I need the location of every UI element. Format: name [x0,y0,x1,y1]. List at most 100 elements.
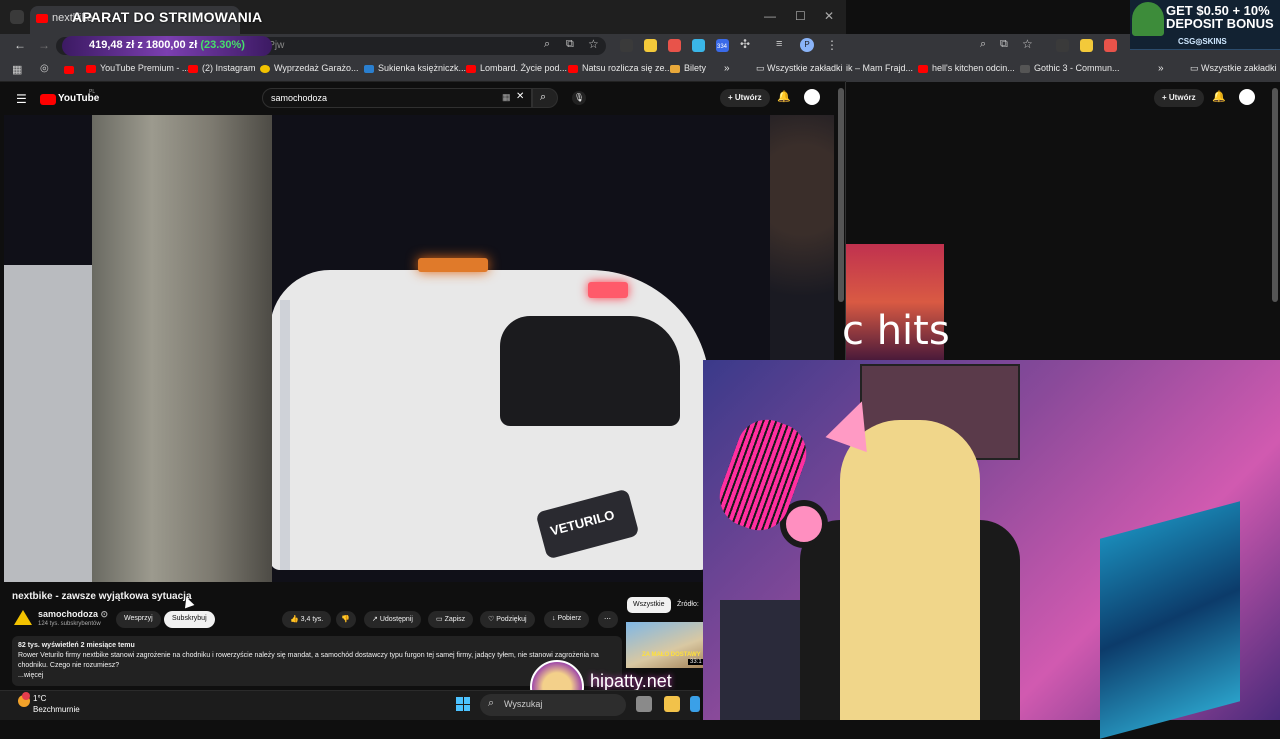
apps-grid-icon[interactable]: ▦ [12,63,22,76]
forward-icon[interactable]: → [38,38,50,52]
description-meta: 82 tys. wyświetleń 2 miesiące temu [18,642,135,649]
youtube-bookmark-icon[interactable] [64,66,74,74]
channel-avatar-icon[interactable] [14,610,32,625]
taskbar-search[interactable]: ⌕ Wyszukaj [480,694,626,716]
more-bookmarks-icon[interactable]: » [724,63,730,74]
bookmark-natsu[interactable]: Natsu rozlicza się ze... [568,63,672,73]
filter-tab-source[interactable]: Źródło: [677,597,699,612]
bookmark-star-icon[interactable]: ☆ [588,37,599,51]
bookmark-bilety[interactable]: Bilety [670,63,706,73]
extension-icon[interactable] [644,39,657,52]
taskbar-search-placeholder: Wyszukaj [504,699,543,709]
bookmark-star-icon[interactable]: ☆ [1022,37,1033,51]
task-view-icon[interactable] [636,696,652,712]
hamburger-menu-icon[interactable]: ☰ [16,92,27,106]
donation-percent: (23.30%) [200,39,245,51]
github-icon[interactable]: ◎ [40,63,49,74]
close-icon[interactable]: ✕ [824,9,834,23]
install-icon[interactable]: ⧉ [1000,38,1008,51]
verified-check-icon: ⊙ [100,609,109,619]
thanks-button[interactable]: ♡ Podziękuj [480,611,535,628]
notification-badge [22,692,30,700]
bookmark-lombard[interactable]: Lombard. Życie pod... [466,63,567,73]
video-scene-person [770,115,834,365]
keyboard-icon[interactable]: ▦ [502,92,511,103]
video-scene-light [418,258,488,272]
download-button[interactable]: ↓ Pobierz [544,611,590,628]
extension-icon[interactable] [692,39,705,52]
bookmark-instagram[interactable]: (2) Instagram [188,63,256,73]
like-button[interactable]: 👍 3,4 tys. [282,611,332,628]
thumbs-down-icon: 👎 [341,616,350,623]
stream-overlay-title: APARAT DO STRIMOWANIA [72,9,263,25]
zoom-icon[interactable]: ⌕ [544,38,550,51]
channel-name[interactable]: samochodoza ⊙ [38,609,108,620]
minimize-icon[interactable]: — [764,9,776,23]
more-bookmarks-icon[interactable]: » [1158,63,1164,74]
share-button[interactable]: ↗ Udostępnij [364,611,421,628]
extension-icon[interactable] [1104,39,1117,52]
back-icon[interactable]: ← [14,38,26,52]
maximize-icon[interactable]: ☐ [795,9,806,23]
weather-temperature[interactable]: 1°C [33,694,46,703]
extension-icon[interactable] [668,39,681,52]
extension-icon[interactable] [1056,39,1069,52]
page-scrollbar[interactable] [838,88,844,302]
account-avatar-icon[interactable] [1239,89,1255,105]
support-button[interactable]: Wesprzyj [116,611,161,628]
subscribe-button[interactable]: Subskrybuj [164,611,215,628]
extension-icon[interactable] [1080,39,1093,52]
search-input[interactable]: samochodoza [262,88,532,108]
menu-kebab-icon[interactable]: ⋮ [826,38,838,52]
weather-description[interactable]: Bezchmurnie [33,705,80,714]
video-scene-van-edge [280,300,290,570]
donation-amount: 419,48 zł [89,39,135,51]
bookmark-hells-kitchen[interactable]: hell's kitchen odcin... [918,63,1015,73]
all-bookmarks-folder[interactable]: ▭ Wszystkie zakładki [1190,63,1277,74]
extension-badge-icon[interactable]: 334 [716,39,729,52]
page-scrollbar[interactable] [1272,88,1278,302]
zoom-icon[interactable]: ⌕ [980,38,986,51]
video-scene-light [588,282,628,298]
more-actions-icon[interactable]: ⋯ [598,611,618,628]
donation-goal-bar: 419,48 zł z 1800,00 zł (23.30%) [62,36,272,56]
create-button[interactable]: + Utwórz [720,89,770,107]
bookmark-wyprzedaz[interactable]: Wyprzedaż Garażo... [260,63,358,73]
youtube-logo-icon[interactable] [40,94,56,105]
streamer-watermark: hipatty.net [590,671,672,691]
ad-character-icon [1132,2,1164,36]
save-button[interactable]: ▭ Zapisz [428,611,474,628]
tab-search-button[interactable] [10,10,24,24]
reading-list-icon[interactable]: ≡ [776,38,782,50]
account-avatar-icon[interactable] [804,89,820,105]
microphone-icon[interactable]: 🎙 [572,91,586,105]
bookmark-youtube-premium[interactable]: YouTube Premium - ... [86,63,189,73]
puzzle-icon[interactable]: ✣ [740,37,750,51]
create-button[interactable]: + Utwórz [1154,89,1204,107]
clear-search-icon[interactable]: ✕ [516,91,524,102]
ad-title: GET $0.50 + 10% DEPOSIT BONUS [1166,3,1274,31]
description-text: Rower Veturilo firmy nextbike stanowi za… [18,652,599,669]
windows-start-icon[interactable] [456,697,470,711]
youtube-favicon-icon [36,14,48,23]
profile-avatar-icon[interactable]: P [800,38,814,52]
search-icon: ⌕ [540,91,547,103]
description-more-link[interactable]: ...więcej [18,671,616,681]
bookmark-gothic[interactable]: Gothic 3 - Commun... [1020,63,1120,73]
extension-icon[interactable] [620,39,633,52]
video-title: nextbike - zawsze wyjątkowa sytuacja [12,591,192,602]
thumbnail-caption: ZA MAŁO DOSTAWY [642,652,701,658]
all-bookmarks-folder[interactable]: ▭ Wszystkie zakładki [756,63,843,74]
notifications-bell-icon[interactable]: 🔔 [1212,90,1226,103]
search-button[interactable]: ⌕ [532,88,558,108]
dislike-button[interactable]: 👎 [336,611,356,628]
donation-target: 1800,00 zł [145,39,198,51]
subscriber-count: 124 tys. subskrybentów [38,621,101,627]
bookmark-sukienka[interactable]: Sukienka księżniczk... [364,63,466,73]
file-explorer-icon[interactable] [664,696,680,712]
bookmark-mam-frajde[interactable]: ik – Mam Frajd... [846,63,913,73]
install-icon[interactable]: ⧉ [566,38,574,51]
app-icon[interactable] [690,696,700,712]
notifications-bell-icon[interactable]: 🔔 [777,90,791,103]
filter-tab-all[interactable]: Wszystkie [627,597,671,613]
